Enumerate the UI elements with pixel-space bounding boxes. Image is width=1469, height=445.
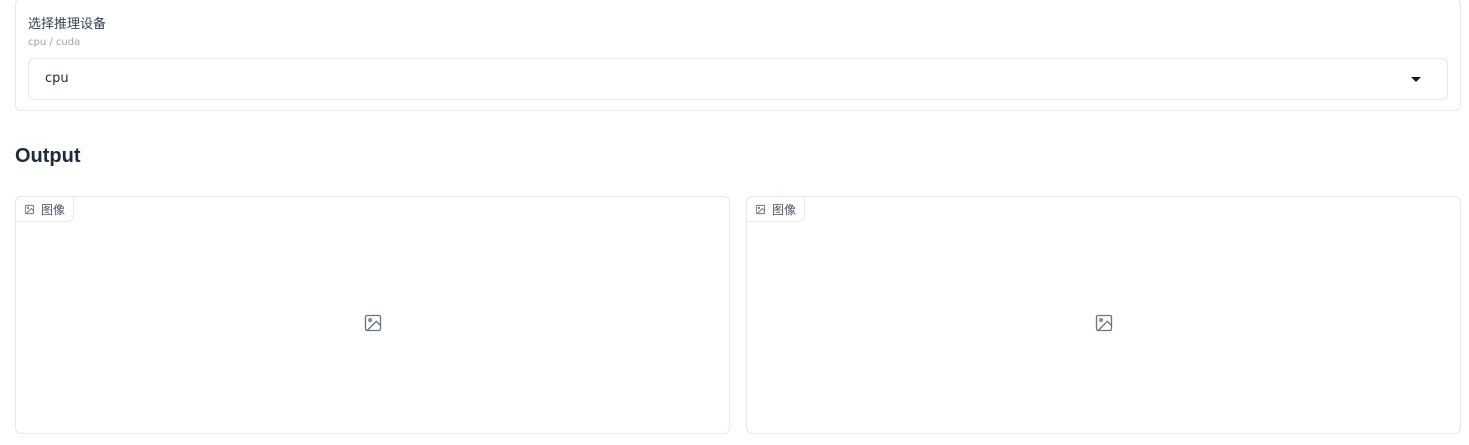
device-dropdown[interactable]: cpu bbox=[28, 58, 1448, 100]
image-icon bbox=[755, 204, 766, 214]
image-icon bbox=[24, 204, 35, 214]
caret-down-icon[interactable] bbox=[1411, 77, 1421, 82]
image-panel-tag-label: 图像 bbox=[41, 202, 66, 217]
page: 选择推理设备 cpu / cuda cpu Output 图像 图像 bbox=[0, 0, 1469, 445]
image-panel-tag: 图像 bbox=[15, 196, 75, 222]
output-image-panel-2: 图像 bbox=[746, 196, 1461, 434]
device-select-info: cpu / cuda bbox=[28, 37, 81, 48]
image-placeholder-icon bbox=[1095, 314, 1112, 332]
image-panel-tag-label: 图像 bbox=[772, 202, 797, 217]
output-heading: Output bbox=[15, 145, 81, 167]
image-placeholder-icon bbox=[364, 314, 381, 332]
device-select-block: 选择推理设备 cpu / cuda cpu bbox=[15, 0, 1461, 111]
output-image-panel-1: 图像 bbox=[15, 196, 730, 434]
device-dropdown-value: cpu bbox=[45, 71, 69, 86]
image-panel-tag: 图像 bbox=[746, 196, 806, 222]
device-select-label: 选择推理设备 bbox=[28, 17, 107, 32]
